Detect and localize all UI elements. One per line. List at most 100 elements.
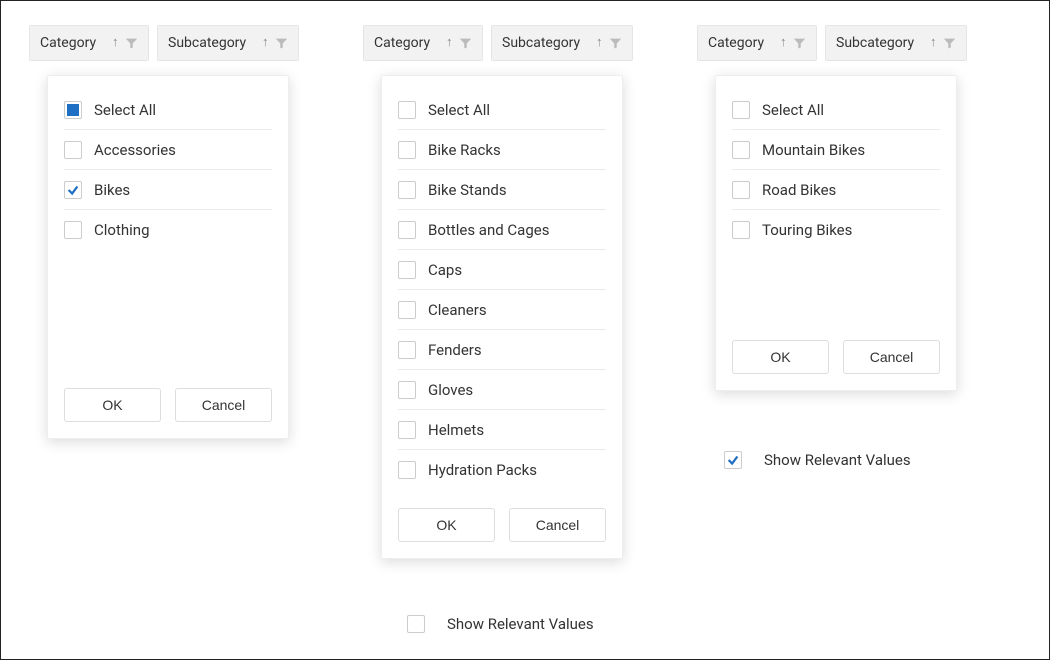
filter-item-label: Road Bikes xyxy=(762,181,836,199)
ok-button[interactable]: OK xyxy=(732,340,829,374)
sort-asc-icon: ↑ xyxy=(262,34,270,50)
header-subcategory[interactable]: Subcategory ↑ xyxy=(491,25,633,61)
filter-item[interactable]: Bike Stands xyxy=(398,170,606,210)
filter-item-label: Accessories xyxy=(94,141,176,159)
select-all-label: Select All xyxy=(762,101,824,119)
popup-buttons: OK Cancel xyxy=(732,340,940,374)
checkbox[interactable] xyxy=(64,221,82,239)
filter-icon xyxy=(942,36,956,50)
filter-icon xyxy=(124,36,138,50)
popup-buttons: OK Cancel xyxy=(64,388,272,422)
filter-item-label: Fenders xyxy=(428,341,482,359)
filter-icon xyxy=(792,36,806,50)
checkbox[interactable] xyxy=(64,181,82,199)
filter-item-label: Bikes xyxy=(94,181,130,199)
checkbox[interactable] xyxy=(398,221,416,239)
checkbox[interactable] xyxy=(398,181,416,199)
header-category-label: Category xyxy=(374,35,446,51)
checkbox[interactable] xyxy=(398,461,416,479)
filter-item[interactable]: Helmets xyxy=(398,410,606,450)
select-all-label: Select All xyxy=(94,101,156,119)
filter-item-label: Caps xyxy=(428,261,462,279)
checkbox[interactable] xyxy=(398,381,416,399)
filter-item[interactable]: Fenders xyxy=(398,330,606,370)
filter-item[interactable]: Touring Bikes xyxy=(732,210,940,250)
show-relevant-values-label: Show Relevant Values xyxy=(447,615,594,633)
cancel-button[interactable]: Cancel xyxy=(509,508,606,542)
filter-item[interactable]: Cleaners xyxy=(398,290,606,330)
select-all-row[interactable]: Select All xyxy=(732,90,940,130)
filter-item-list: Select All Mountain Bikes Road Bikes Tou… xyxy=(732,90,940,250)
checkbox[interactable] xyxy=(407,615,425,633)
filter-icon xyxy=(274,36,288,50)
column-headers: Category ↑ Subcategory ↑ xyxy=(697,25,967,61)
cancel-button[interactable]: Cancel xyxy=(175,388,272,422)
checkbox[interactable] xyxy=(732,221,750,239)
checkbox[interactable] xyxy=(732,181,750,199)
filter-item[interactable]: Clothing xyxy=(64,210,272,250)
panel-1: Category ↑ Subcategory ↑ xyxy=(29,25,299,439)
checkbox[interactable] xyxy=(398,341,416,359)
sort-asc-icon: ↑ xyxy=(780,34,788,50)
column-headers: Category ↑ Subcategory ↑ xyxy=(363,25,633,61)
filter-item-label: Touring Bikes xyxy=(762,221,852,239)
checkbox[interactable] xyxy=(64,101,82,119)
filter-item[interactable]: Bikes xyxy=(64,170,272,210)
header-category-label: Category xyxy=(40,35,112,51)
checkbox[interactable] xyxy=(732,141,750,159)
header-subcategory-label: Subcategory xyxy=(836,35,930,51)
header-subcategory[interactable]: Subcategory ↑ xyxy=(825,25,967,61)
ok-button[interactable]: OK xyxy=(64,388,161,422)
filter-item[interactable]: Bottles and Cages xyxy=(398,210,606,250)
checkbox[interactable] xyxy=(724,451,742,469)
sort-asc-icon: ↑ xyxy=(446,34,454,50)
filter-item[interactable]: Caps xyxy=(398,250,606,290)
checkbox[interactable] xyxy=(398,301,416,319)
filter-item-list: Select All Bike Racks Bike Stands Bottle… xyxy=(398,90,606,490)
popup-buttons: OK Cancel xyxy=(398,508,606,542)
checkbox[interactable] xyxy=(64,141,82,159)
checkbox[interactable] xyxy=(398,141,416,159)
checkbox[interactable] xyxy=(398,101,416,119)
header-subcategory[interactable]: Subcategory ↑ xyxy=(157,25,299,61)
filter-icon xyxy=(458,36,472,50)
ok-button[interactable]: OK xyxy=(398,508,495,542)
filter-item-label: Gloves xyxy=(428,381,473,399)
filter-item[interactable]: Gloves xyxy=(398,370,606,410)
sort-asc-icon: ↑ xyxy=(112,34,120,50)
header-subcategory-label: Subcategory xyxy=(502,35,596,51)
sort-asc-icon: ↑ xyxy=(596,34,604,50)
filter-item-label: Helmets xyxy=(428,421,484,439)
show-relevant-values-toggle[interactable]: Show Relevant Values xyxy=(724,451,911,469)
filter-popup-subcategory: Select All Mountain Bikes Road Bikes Tou… xyxy=(715,75,957,391)
filter-icon xyxy=(608,36,622,50)
filter-item-label: Clothing xyxy=(94,221,150,239)
select-all-row[interactable]: Select All xyxy=(398,90,606,130)
filter-item[interactable]: Accessories xyxy=(64,130,272,170)
filter-item[interactable]: Bike Racks xyxy=(398,130,606,170)
show-relevant-values-label: Show Relevant Values xyxy=(764,451,911,469)
filter-item[interactable]: Road Bikes xyxy=(732,170,940,210)
header-category-label: Category xyxy=(708,35,780,51)
header-category[interactable]: Category ↑ xyxy=(363,25,483,61)
checkbox[interactable] xyxy=(732,101,750,119)
checkbox[interactable] xyxy=(398,261,416,279)
select-all-row[interactable]: Select All xyxy=(64,90,272,130)
show-relevant-values-toggle[interactable]: Show Relevant Values xyxy=(407,615,594,633)
header-category[interactable]: Category ↑ xyxy=(697,25,817,61)
filter-item[interactable]: Hydration Packs xyxy=(398,450,606,490)
filter-item-list: Select All Accessories Bikes xyxy=(64,90,272,250)
filter-item[interactable]: Mountain Bikes xyxy=(732,130,940,170)
filter-item-label: Bottles and Cages xyxy=(428,221,549,239)
panel-3: Category ↑ Subcategory ↑ xyxy=(697,25,967,391)
cancel-button[interactable]: Cancel xyxy=(843,340,940,374)
filter-popup-subcategory: Select All Bike Racks Bike Stands Bottle… xyxy=(381,75,623,559)
header-category[interactable]: Category ↑ xyxy=(29,25,149,61)
filter-item-label: Mountain Bikes xyxy=(762,141,865,159)
filter-item-label: Cleaners xyxy=(428,301,487,319)
checkbox[interactable] xyxy=(398,421,416,439)
panel-2: Category ↑ Subcategory ↑ xyxy=(363,25,633,559)
header-subcategory-label: Subcategory xyxy=(168,35,262,51)
select-all-label: Select All xyxy=(428,101,490,119)
filter-item-label: Bike Racks xyxy=(428,141,501,159)
